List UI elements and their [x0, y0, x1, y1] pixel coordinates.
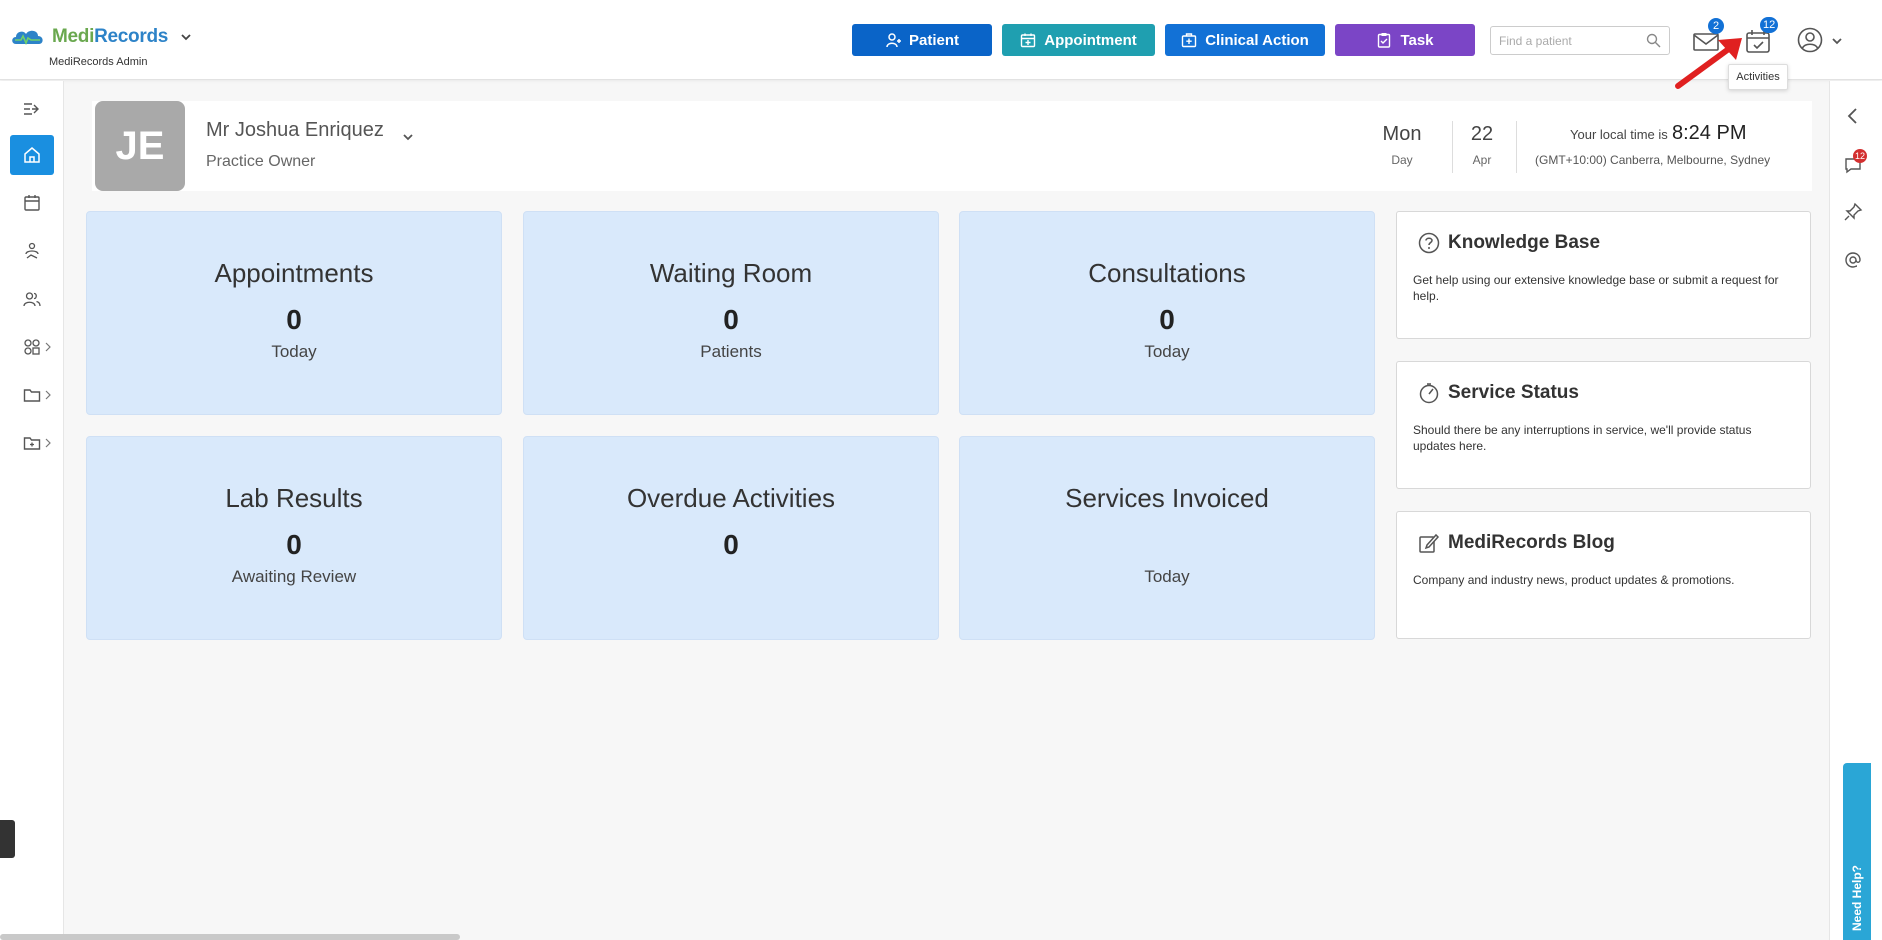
- expand-menu-icon: [24, 103, 39, 115]
- day-value: Mon: [1382, 123, 1422, 145]
- lab-results-card[interactable]: Lab Results 0 Awaiting Review: [86, 436, 502, 640]
- panel-text: Company and industry news, product updat…: [1413, 573, 1735, 587]
- card-title: Lab Results: [225, 483, 363, 513]
- medical-case-icon: [1181, 33, 1197, 48]
- left-sidebar: [0, 81, 64, 940]
- card-subtitle: Today: [1144, 342, 1190, 361]
- edit-note-icon: [1419, 533, 1440, 553]
- profile-bar: JE Mr Joshua Enriquez Practice Owner Mon…: [92, 101, 1812, 191]
- pin-icon[interactable]: [1843, 202, 1863, 222]
- card-title: Overdue Activities: [626, 483, 836, 513]
- chevron-right-icon: [45, 438, 51, 448]
- local-time: 8:24 PM: [1672, 122, 1747, 144]
- sidebar-expand-button[interactable]: [10, 89, 54, 129]
- card-title: Appointments: [214, 258, 374, 288]
- divider: [1516, 121, 1517, 173]
- card-title: Waiting Room: [649, 258, 813, 288]
- patient-search[interactable]: [1490, 26, 1670, 55]
- patient-search-input[interactable]: [1491, 27, 1636, 54]
- divider: [1452, 121, 1453, 173]
- new-task-button[interactable]: Task: [1335, 24, 1475, 56]
- blog-panel[interactable]: MediRecords Blog Company and industry ne…: [1396, 511, 1811, 639]
- clipboard-icon: [1378, 33, 1391, 48]
- date-value: 22: [1470, 123, 1494, 145]
- apps-grid-icon: [24, 339, 40, 355]
- medirecords-logo-icon: [12, 30, 43, 46]
- gauge-icon: [1419, 383, 1439, 404]
- new-patient-button[interactable]: Patient: [852, 24, 992, 56]
- panel-title: Service Status: [1448, 382, 1579, 403]
- overdue-activities-card[interactable]: Overdue Activities 0: [523, 436, 939, 640]
- sidebar-item-calendar[interactable]: [10, 183, 54, 223]
- clinical-action-button-label: Clinical Action: [1205, 31, 1309, 49]
- search-icon[interactable]: [1646, 33, 1661, 48]
- collapse-chevron-icon[interactable]: [1843, 106, 1863, 126]
- patient-button-label: Patient: [908, 31, 959, 49]
- card-value: 0: [286, 304, 302, 335]
- home-icon: [24, 147, 40, 163]
- user-profile-icon[interactable]: [1797, 27, 1823, 53]
- folder-add-icon: [23, 437, 41, 450]
- person-plus-icon: [886, 33, 901, 48]
- mention-icon[interactable]: [1843, 250, 1863, 270]
- folder-icon: [23, 389, 41, 402]
- clinical-action-button[interactable]: Clinical Action: [1165, 24, 1325, 56]
- panel-title: MediRecords Blog: [1448, 532, 1615, 553]
- panel-text: Should there be any interruptions in ser…: [1413, 423, 1752, 453]
- activities-tooltip: Activities: [1728, 64, 1788, 90]
- need-help-label: Need Help?: [1850, 864, 1864, 932]
- day-label: Day: [1391, 153, 1413, 167]
- sidebar-item-patients[interactable]: [10, 279, 54, 319]
- waiting-room-card[interactable]: Waiting Room 0 Patients: [523, 211, 939, 415]
- appointments-card[interactable]: Appointments 0 Today: [86, 211, 502, 415]
- practitioner-role: Practice Owner: [206, 153, 316, 170]
- timezone: (GMT+10:00) Canberra, Melbourne, Sydney: [1535, 153, 1771, 167]
- brand-menu[interactable]: MediRecords: [10, 26, 192, 48]
- top-header: MediRecords MediRecords Admin Patient Ap…: [0, 0, 1882, 80]
- card-title: Services Invoiced: [1065, 483, 1269, 513]
- consultations-card[interactable]: Consultations 0 Today: [959, 211, 1375, 415]
- sidebar-item-care[interactable]: [10, 231, 54, 271]
- sidebar-item-home[interactable]: [10, 135, 54, 175]
- messages-count-badge: 2: [1708, 18, 1724, 34]
- avatar: JE: [95, 101, 185, 191]
- services-invoiced-card[interactable]: Services Invoiced Today: [959, 436, 1375, 640]
- service-status-panel[interactable]: Service Status Should there be any inter…: [1396, 361, 1811, 489]
- question-circle-icon: [1418, 232, 1440, 254]
- side-tab-handle[interactable]: [0, 820, 15, 858]
- calendar-plus-icon: [1021, 33, 1036, 48]
- chat-count-badge: 12: [1853, 149, 1868, 163]
- card-title: Consultations: [1088, 258, 1246, 288]
- calendar-icon: [24, 195, 40, 211]
- chevron-right-icon: [45, 342, 51, 352]
- panel-title: Knowledge Base: [1448, 232, 1601, 253]
- brand-name: MediRecords: [52, 26, 169, 47]
- card-value: 0: [1159, 304, 1175, 335]
- card-value: 0: [723, 529, 739, 560]
- chevron-right-icon: [45, 390, 51, 400]
- chevron-down-icon: [181, 34, 191, 41]
- panel-text: Get help using our extensive knowledge b…: [1413, 273, 1779, 303]
- date-label: Apr: [1472, 153, 1492, 167]
- card-subtitle: Awaiting Review: [231, 567, 357, 586]
- appointment-button-label: Appointment: [1044, 31, 1137, 49]
- card-subtitle: Today: [1144, 567, 1190, 586]
- card-subtitle: Patients: [700, 342, 762, 361]
- practitioner-name[interactable]: Mr Joshua Enriquez: [206, 119, 384, 142]
- local-time-label: Your local time is: [1570, 127, 1668, 142]
- knowledge-base-panel[interactable]: Knowledge Base Get help using our extens…: [1396, 211, 1811, 339]
- chevron-down-icon[interactable]: [1831, 35, 1843, 47]
- users-icon: [23, 292, 41, 307]
- chevron-down-icon[interactable]: [402, 131, 414, 143]
- card-subtitle: Today: [271, 342, 317, 361]
- need-help-button[interactable]: Need Help?: [1843, 763, 1871, 940]
- horizontal-scrollbar[interactable]: [0, 934, 460, 940]
- card-value: 0: [286, 529, 302, 560]
- patient-care-icon: [25, 242, 39, 259]
- new-appointment-button[interactable]: Appointment: [1002, 24, 1155, 56]
- brand-subtitle: MediRecords Admin: [49, 56, 148, 68]
- task-button-label: Task: [1400, 31, 1434, 49]
- card-value: 0: [723, 304, 739, 335]
- activities-count-badge: 12: [1760, 17, 1779, 33]
